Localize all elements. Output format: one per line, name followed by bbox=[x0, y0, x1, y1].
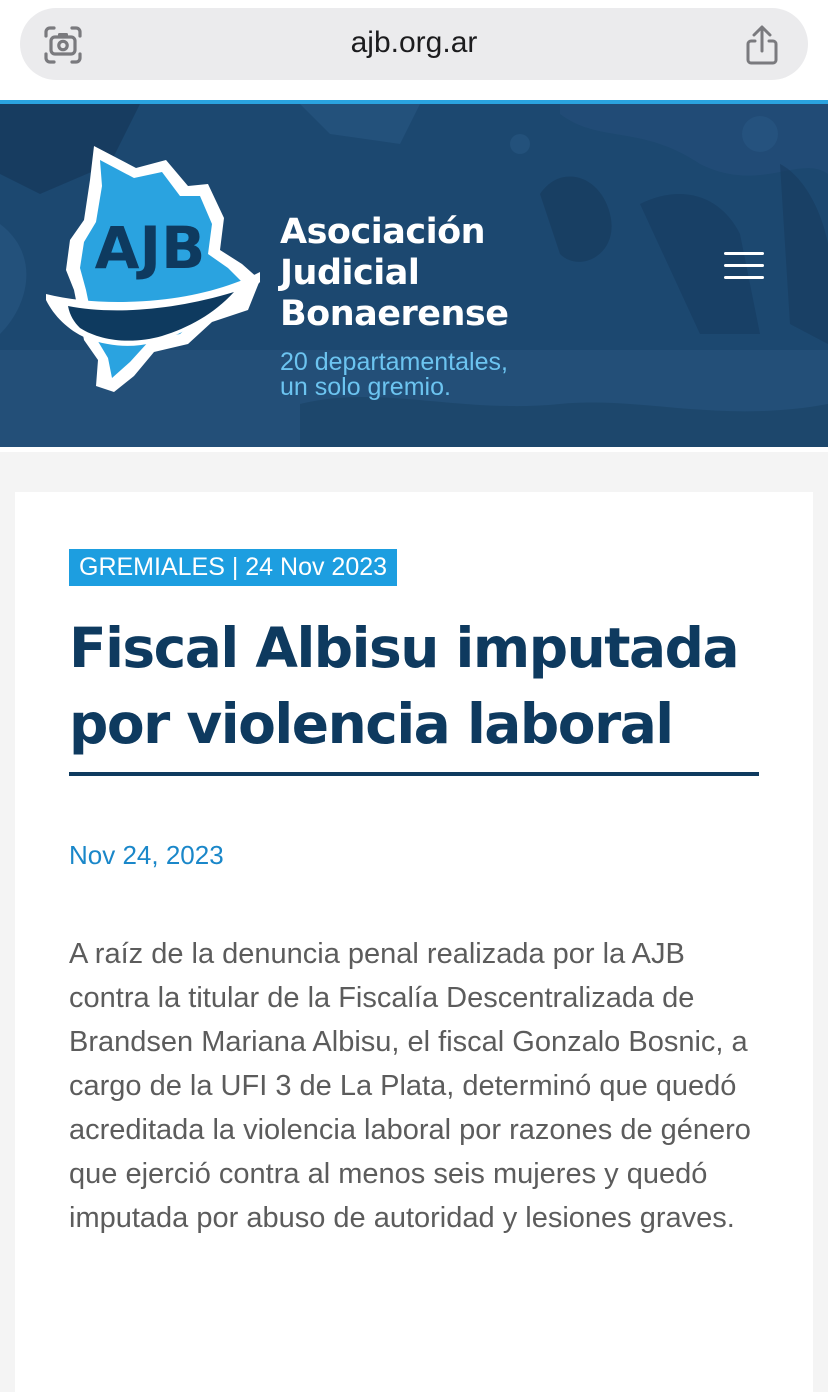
tagline-line-2: un solo gremio. bbox=[280, 373, 451, 401]
brand-line-2: Judicial bbox=[280, 253, 420, 293]
brand-name[interactable]: Asociación Judicial Bonaerense bbox=[280, 212, 509, 335]
url-text[interactable]: ajb.org.ar bbox=[20, 26, 808, 60]
tagline: 20 departamentales, un solo gremio. bbox=[280, 350, 508, 400]
article-body: A raíz de la denuncia penal realizada po… bbox=[69, 938, 751, 1234]
article-title: Fiscal Albisu imputada por violencia lab… bbox=[69, 616, 740, 756]
post-date: Nov 24, 2023 bbox=[69, 840, 224, 870]
tagline-line-1: 20 departamentales, bbox=[280, 348, 508, 376]
menu-bar bbox=[724, 276, 764, 279]
brand-line-3: Bonaerense bbox=[280, 294, 509, 334]
article-card: GREMIALES | 24 Nov 2023 Fiscal Albisu im… bbox=[15, 492, 813, 1392]
brand-line-1: Asociación bbox=[280, 212, 486, 252]
category-tag[interactable]: GREMIALES | 24 Nov 2023 bbox=[69, 549, 398, 586]
title-underline bbox=[69, 772, 759, 776]
ajb-logo[interactable]: AJB bbox=[38, 140, 268, 400]
menu-bar bbox=[724, 264, 764, 267]
logo-text: AJB bbox=[95, 214, 206, 282]
address-bar[interactable]: ajb.org.ar bbox=[20, 8, 808, 80]
hamburger-menu-icon[interactable] bbox=[720, 248, 766, 284]
header-separator bbox=[0, 447, 828, 452]
share-icon[interactable] bbox=[742, 24, 782, 66]
site-header: AJB Asociación Judicial Bonaerense 20 de… bbox=[0, 104, 828, 447]
browser-toolbar: ajb.org.ar bbox=[0, 0, 828, 100]
menu-bar bbox=[724, 252, 764, 255]
